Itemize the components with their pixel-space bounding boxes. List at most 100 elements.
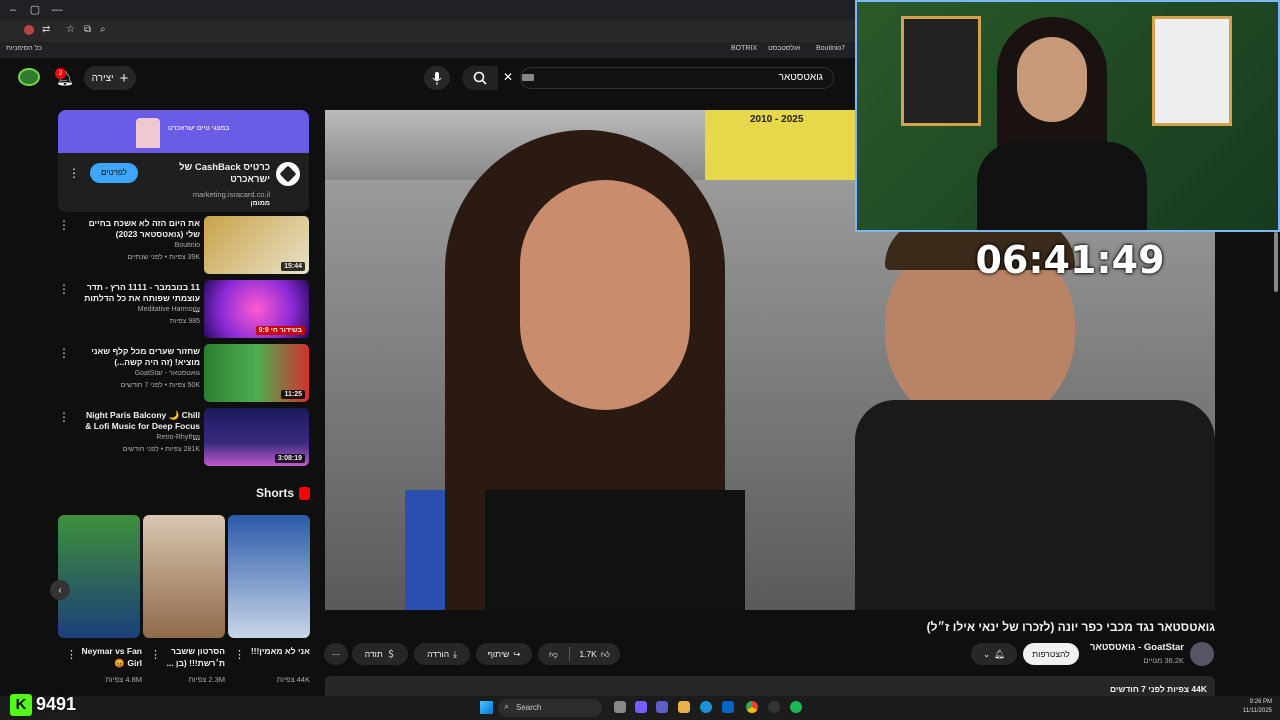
- short-title[interactable]: אני לא מאמין!!!: [240, 645, 310, 657]
- channel-name[interactable]: Retro-Rhythm: [80, 434, 200, 441]
- like-dislike-group: 👍︎ 1.7K 👎︎: [538, 643, 620, 665]
- notification-bell-button[interactable]: 🔔︎ ⌄: [971, 643, 1017, 665]
- like-count: 1.7K: [579, 649, 597, 659]
- download-button[interactable]: ⤓ הורדה: [414, 643, 470, 665]
- shorts-prev-button[interactable]: ‹: [50, 580, 70, 600]
- more-options-icon[interactable]: ⋮: [58, 346, 70, 360]
- ad-image: [136, 118, 160, 148]
- more-options-icon[interactable]: ⋮: [150, 648, 161, 661]
- channel-name[interactable]: גואטסטאר - GoatStar: [80, 370, 200, 377]
- duration-badge: 15:44: [281, 262, 305, 271]
- ad-cta-button[interactable]: לפרטים: [90, 163, 138, 183]
- subscriber-count: 36.2K מנויים: [1143, 656, 1184, 665]
- spotify-icon[interactable]: [790, 701, 802, 713]
- channel-name[interactable]: Meditative Harmony: [80, 306, 200, 313]
- short-thumbnail[interactable]: [228, 515, 310, 638]
- share-button[interactable]: ↪ שיתוף: [476, 643, 532, 665]
- webcam-overlay: [855, 0, 1280, 232]
- teams-icon[interactable]: [656, 701, 668, 713]
- channel-avatar[interactable]: [1190, 642, 1214, 666]
- more-options-icon[interactable]: ⋮: [66, 648, 77, 661]
- close-icon[interactable]: —: [50, 3, 64, 17]
- subscribe-button[interactable]: להצטרפות: [1023, 643, 1079, 665]
- create-button[interactable]: יצירה +: [84, 66, 136, 90]
- search-input[interactable]: גואטסטאר: [520, 67, 834, 89]
- ad-title[interactable]: כרטיס CashBack של ישראכרט: [138, 162, 270, 186]
- duration-badge: 3:08:19: [274, 454, 305, 463]
- video-thumbnail[interactable]: 3:08:19: [204, 408, 309, 466]
- stream-timer: 06:41:49: [975, 238, 1165, 282]
- ad-menu-icon[interactable]: ⋮: [68, 166, 80, 180]
- copilot-icon[interactable]: [635, 701, 647, 713]
- dislike-button[interactable]: 👎︎: [539, 649, 569, 660]
- views-and-date: 44K צפיות לפני 7 חודשים: [1109, 684, 1207, 694]
- page-scrollbar[interactable]: [1274, 232, 1278, 292]
- mic-button[interactable]: [424, 66, 450, 90]
- search-icon: ⌕: [504, 701, 510, 711]
- short-thumbnail[interactable]: [58, 515, 140, 638]
- task-view-icon[interactable]: [614, 701, 626, 713]
- taskbar-search-label: Search: [516, 703, 542, 712]
- bookmark-all[interactable]: כל הסימניות: [6, 45, 42, 52]
- chrome-icon[interactable]: [746, 701, 758, 713]
- bookmark-allstar[interactable]: אולסטבסט: [768, 45, 800, 52]
- short-title[interactable]: Neymar vs Fan Girl 😡: [72, 645, 142, 669]
- minimize-icon[interactable]: –: [6, 3, 20, 17]
- list-item[interactable]: 3:08:19 Night Paris Balcony 🌙 Chill Lofi…: [58, 408, 310, 466]
- zoom-icon[interactable]: ⌕: [100, 24, 106, 35]
- bookmark-boutinio[interactable]: Boutinio7: [816, 45, 845, 52]
- keyboard-icon[interactable]: [522, 74, 534, 81]
- ad-sponsored-label: ממומן: [250, 200, 270, 207]
- bookmark-star-icon[interactable]: ☆: [66, 24, 75, 35]
- isracard-logo: [276, 162, 300, 186]
- framed-jersey: [1152, 16, 1232, 126]
- list-item[interactable]: 11:25 שחזור שערים מכל קלף שאני מוציא! (ז…: [58, 344, 310, 402]
- short-thumbnail[interactable]: [143, 515, 225, 638]
- edge-icon[interactable]: [700, 701, 712, 713]
- more-options-icon[interactable]: ⋮: [58, 282, 70, 296]
- dollar-icon: ＄: [386, 649, 396, 659]
- file-explorer-icon[interactable]: [678, 701, 690, 713]
- clear-search-icon[interactable]: ✕: [503, 70, 513, 84]
- bookmark-botrix[interactable]: BOTRIX: [731, 45, 757, 52]
- list-item[interactable]: 15:44 את היום הזה לא אשכח בחיים שלי (גוא…: [58, 216, 310, 274]
- maximize-icon[interactable]: ▢: [28, 3, 42, 17]
- thumbs-up-icon: 👍︎: [600, 648, 610, 659]
- channel-name[interactable]: Boutinio: [80, 242, 200, 249]
- thanks-button[interactable]: ＄ תודה: [352, 643, 408, 665]
- video-thumbnail[interactable]: 11:25: [204, 344, 309, 402]
- more-options-icon[interactable]: ⋮: [58, 410, 70, 424]
- thanks-label: תודה: [364, 649, 383, 659]
- more-actions-button[interactable]: ⋯: [324, 643, 348, 665]
- more-options-icon[interactable]: ⋮: [234, 648, 245, 661]
- kick-count: 9491: [36, 694, 77, 714]
- short-title[interactable]: הסרטון ששבר ת׳רשת!!! (בן ...: [155, 645, 225, 669]
- store-icon[interactable]: [722, 701, 734, 713]
- video-title[interactable]: את היום הזה לא אשכח בחיים שלי (גואטסטאר …: [80, 218, 200, 240]
- list-item[interactable]: 9:9 בשידור חי 11 בנובמבר - 1111 הרץ - תד…: [58, 280, 310, 338]
- tab-icon[interactable]: ⧉: [84, 24, 91, 35]
- avatar[interactable]: [18, 68, 40, 86]
- clock[interactable]: 9:26 PM 11/11/2025: [1243, 698, 1272, 716]
- extension-icon[interactable]: [24, 25, 34, 35]
- search-button[interactable]: [462, 66, 498, 90]
- more-options-icon[interactable]: ⋮: [58, 218, 70, 232]
- app-icon[interactable]: [768, 701, 780, 713]
- video-meta: 281K צפיות • לפני חודשים: [122, 446, 200, 453]
- ad-banner[interactable]: במצגי טיים ישראכרט: [58, 110, 309, 153]
- share-icon: ↪: [513, 648, 521, 659]
- taskbar-search[interactable]: Search: [498, 699, 602, 717]
- like-button[interactable]: 👍︎ 1.7K: [570, 649, 620, 660]
- extension-icon[interactable]: ⇄: [42, 24, 50, 35]
- thumbs-down-icon: 👎︎: [549, 648, 558, 659]
- video-thumbnail[interactable]: 9:9 בשידור חי: [204, 280, 309, 338]
- video-title[interactable]: שחזור שערים מכל קלף שאני מוציא! (זה היה …: [80, 346, 200, 368]
- scoreboard-text: 2010 - 2025: [750, 114, 804, 125]
- kick-follower-overlay: K 9491: [10, 694, 120, 716]
- video-thumbnail[interactable]: 15:44: [204, 216, 309, 274]
- person-clothing: [855, 400, 1215, 610]
- streamer-clothing: [977, 142, 1147, 230]
- ad-card[interactable]: במצגי טיים ישראכרט כרטיס CashBack של ישר…: [58, 110, 309, 212]
- windows-start-icon[interactable]: [480, 701, 493, 714]
- create-label: יצירה: [91, 72, 114, 84]
